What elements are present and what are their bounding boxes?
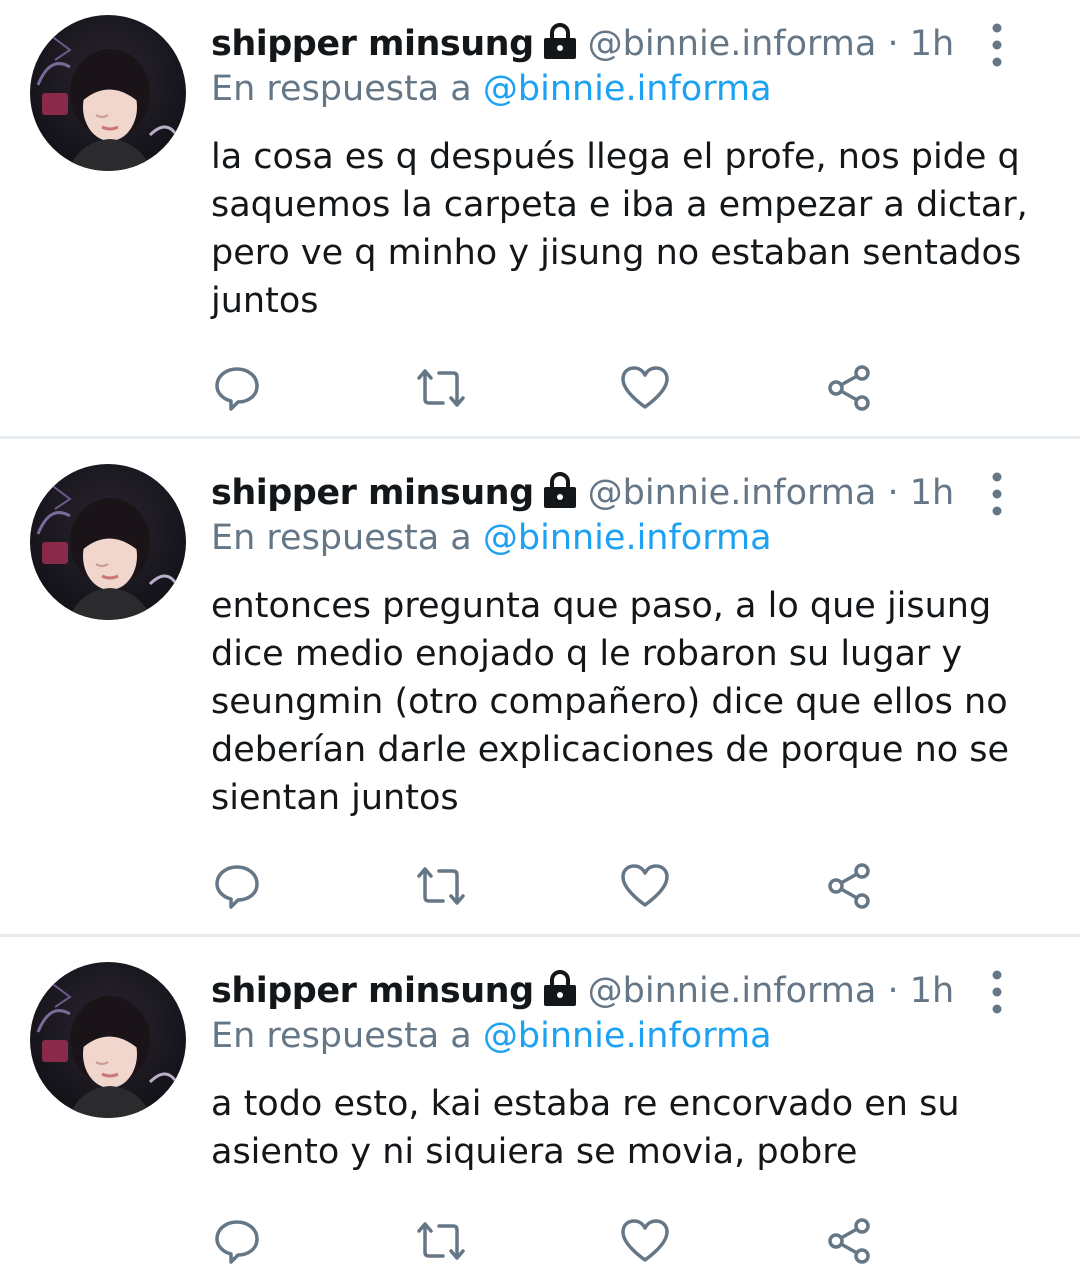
reply-context: En respuesta a @binnie.informa [211,67,772,111]
reply-button[interactable] [207,1211,267,1271]
avatar-image [36,34,177,171]
timestamp[interactable]: 1h [910,473,954,513]
display-name[interactable]: shipper minsung [211,473,534,513]
more-options-icon[interactable] [982,967,1012,1017]
reply-button[interactable] [207,856,267,916]
retweet-icon [417,369,465,407]
share-button[interactable] [819,856,879,916]
divider [0,934,1080,937]
share-button[interactable] [819,358,879,418]
separator-dot: · [887,24,899,64]
reply-context: En respuesta a @binnie.informa [211,516,772,560]
share-icon [828,365,870,411]
reply-button[interactable] [207,358,267,418]
retweet-button[interactable] [411,1211,471,1271]
reply-mention-link[interactable]: @binnie.informa [483,518,772,558]
like-button[interactable] [615,358,675,418]
display-name[interactable]: shipper minsung [211,971,534,1011]
timestamp[interactable]: 1h [910,24,954,64]
divider [0,436,1080,439]
speech-bubble-icon [215,1220,259,1264]
like-button[interactable] [615,856,675,916]
tweet-text: entonces pregunta que paso, a lo que jis… [211,586,1010,818]
speech-bubble-icon [215,865,259,909]
like-button[interactable] [615,1211,675,1271]
separator-dot: · [887,473,899,513]
lock-icon [540,970,580,1017]
avatar[interactable] [30,15,186,171]
more-options-icon[interactable] [982,20,1012,70]
share-icon [828,1218,870,1264]
lock-icon [540,23,580,70]
retweet-icon [417,867,465,905]
avatar[interactable] [30,962,186,1118]
heart-icon [621,1219,669,1262]
tweet-text: la cosa es q después llega el profe, nos… [211,137,1028,321]
user-handle[interactable]: @binnie.informa [588,473,877,513]
lock-icon [540,472,580,519]
tweet-header: shipper minsung @binnie.informa · 1h [211,22,954,70]
reply-prefix: En respuesta a [211,1016,472,1056]
avatar[interactable] [30,464,186,620]
speech-bubble-icon [215,367,259,411]
reply-prefix: En respuesta a [211,69,472,109]
tweet[interactable]: shipper minsung @binnie.informa · 1h En r… [0,0,1080,437]
tweet-text: a todo esto, kai estaba re encorvado en … [211,1084,960,1172]
share-button[interactable] [819,1211,879,1271]
retweet-button[interactable] [411,856,471,916]
tweet[interactable]: shipper minsung @binnie.informa · 1h En r… [0,947,1080,1275]
user-handle[interactable]: @binnie.informa [588,971,877,1011]
separator-dot: · [887,971,899,1011]
share-icon [828,863,870,909]
avatar-image [36,483,177,620]
reply-prefix: En respuesta a [211,518,472,558]
reply-mention-link[interactable]: @binnie.informa [483,69,772,109]
avatar-image [36,981,177,1118]
tweet[interactable]: shipper minsung @binnie.informa · 1h En r… [0,449,1080,935]
more-options-icon[interactable] [982,469,1012,519]
heart-icon [621,366,669,409]
reply-mention-link[interactable]: @binnie.informa [483,1016,772,1056]
reply-context: En respuesta a @binnie.informa [211,1014,772,1058]
tweet-header: shipper minsung @binnie.informa · 1h [211,969,954,1017]
retweet-button[interactable] [411,358,471,418]
retweet-icon [417,1222,465,1260]
tweet-header: shipper minsung @binnie.informa · 1h [211,471,954,519]
timestamp[interactable]: 1h [910,971,954,1011]
display-name[interactable]: shipper minsung [211,24,534,64]
user-handle[interactable]: @binnie.informa [588,24,877,64]
heart-icon [621,864,669,907]
